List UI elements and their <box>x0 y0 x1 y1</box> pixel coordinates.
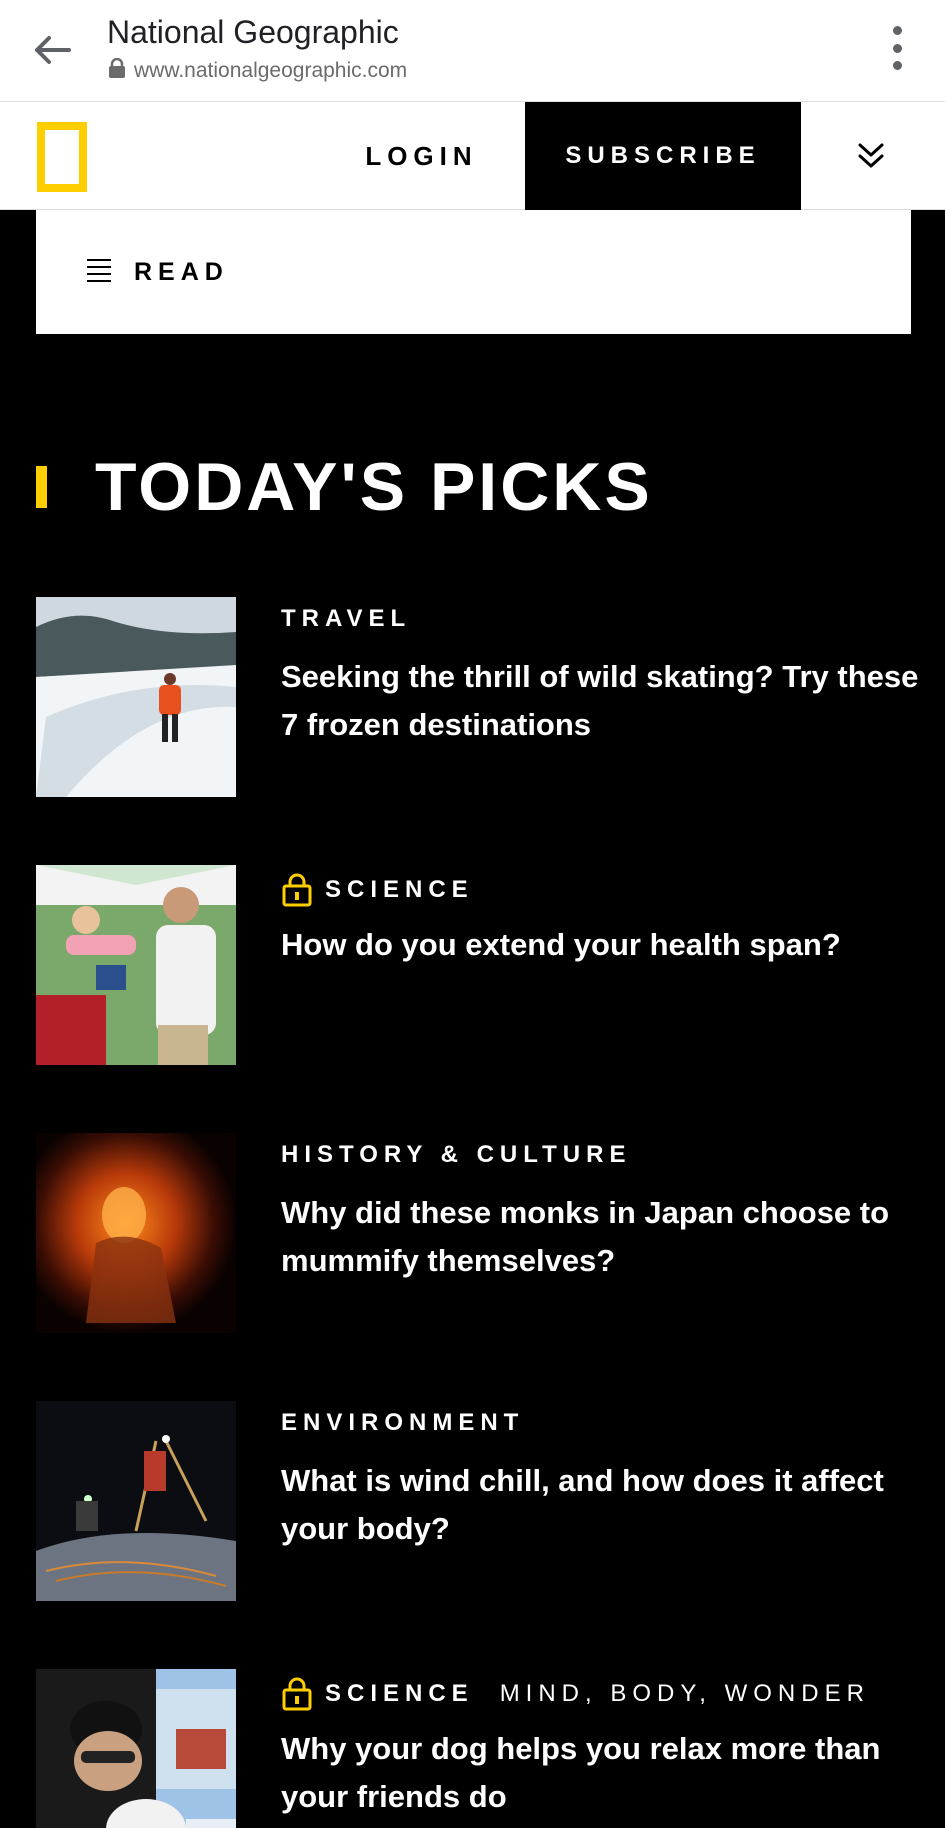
article-card[interactable]: SCIENCE MIND, BODY, WONDER Why your dog … <box>36 1669 916 1828</box>
section-heading: TODAY'S PICKS <box>36 448 653 526</box>
login-button[interactable]: LOGIN <box>318 102 525 210</box>
article-category[interactable]: ENVIRONMENT <box>281 1409 524 1437</box>
kebab-menu-icon[interactable] <box>889 26 905 70</box>
accent-bar <box>36 466 47 508</box>
article-category[interactable]: SCIENCE <box>325 1680 474 1708</box>
browser-toolbar: National Geographic www.nationalgeograph… <box>0 0 945 102</box>
section-title: TODAY'S PICKS <box>95 449 653 525</box>
site-header: LOGIN SUBSCRIBE <box>0 102 945 210</box>
article-card[interactable]: SCIENCE How do you extend your health sp… <box>36 865 916 1065</box>
article-headline[interactable]: How do you extend your health span? <box>281 921 921 969</box>
article-thumbnail[interactable] <box>36 1669 236 1828</box>
article-meta: SCIENCE <box>281 873 474 907</box>
lock-icon <box>281 1677 313 1711</box>
article-meta: ENVIRONMENT <box>281 1409 524 1437</box>
url-text: www.nationalgeographic.com <box>134 58 408 82</box>
read-label: READ <box>134 257 229 286</box>
article-headline[interactable]: Seeking the thrill of wild skating? Try … <box>281 653 921 749</box>
natgeo-logo[interactable] <box>37 122 87 192</box>
article-category[interactable]: SCIENCE <box>325 876 474 904</box>
hamburger-icon <box>86 258 112 287</box>
article-category[interactable]: HISTORY & CULTURE <box>281 1141 631 1169</box>
browser-title: National Geographic <box>107 14 399 50</box>
lock-icon <box>108 57 126 83</box>
article-thumbnail[interactable] <box>36 1401 236 1601</box>
subscribe-button[interactable]: SUBSCRIBE <box>525 102 801 210</box>
double-chevron-down-icon[interactable] <box>848 138 894 174</box>
article-card[interactable]: TRAVEL Seeking the thrill of wild skatin… <box>36 597 918 797</box>
article-meta: SCIENCE MIND, BODY, WONDER <box>281 1677 870 1711</box>
article-category[interactable]: TRAVEL <box>281 605 411 633</box>
article-thumbnail[interactable] <box>36 865 236 1065</box>
article-meta: TRAVEL <box>281 605 411 633</box>
back-arrow-icon[interactable] <box>30 28 74 72</box>
article-subcategory[interactable]: MIND, BODY, WONDER <box>500 1680 870 1708</box>
article-headline[interactable]: What is wind chill, and how does it affe… <box>281 1457 921 1553</box>
url-row[interactable]: www.nationalgeographic.com <box>108 57 408 83</box>
article-headline[interactable]: Why your dog helps you relax more than y… <box>281 1725 921 1821</box>
article-thumbnail[interactable] <box>36 1133 236 1333</box>
article-card[interactable]: HISTORY & CULTURE Why did these monks in… <box>36 1133 916 1333</box>
article-card[interactable]: ENVIRONMENT What is wind chill, and how … <box>36 1401 916 1601</box>
read-menu-bar[interactable]: READ <box>36 210 911 334</box>
article-meta: HISTORY & CULTURE <box>281 1141 631 1169</box>
lock-icon <box>281 873 313 907</box>
article-thumbnail[interactable] <box>36 597 236 797</box>
article-headline[interactable]: Why did these monks in Japan choose to m… <box>281 1189 921 1285</box>
